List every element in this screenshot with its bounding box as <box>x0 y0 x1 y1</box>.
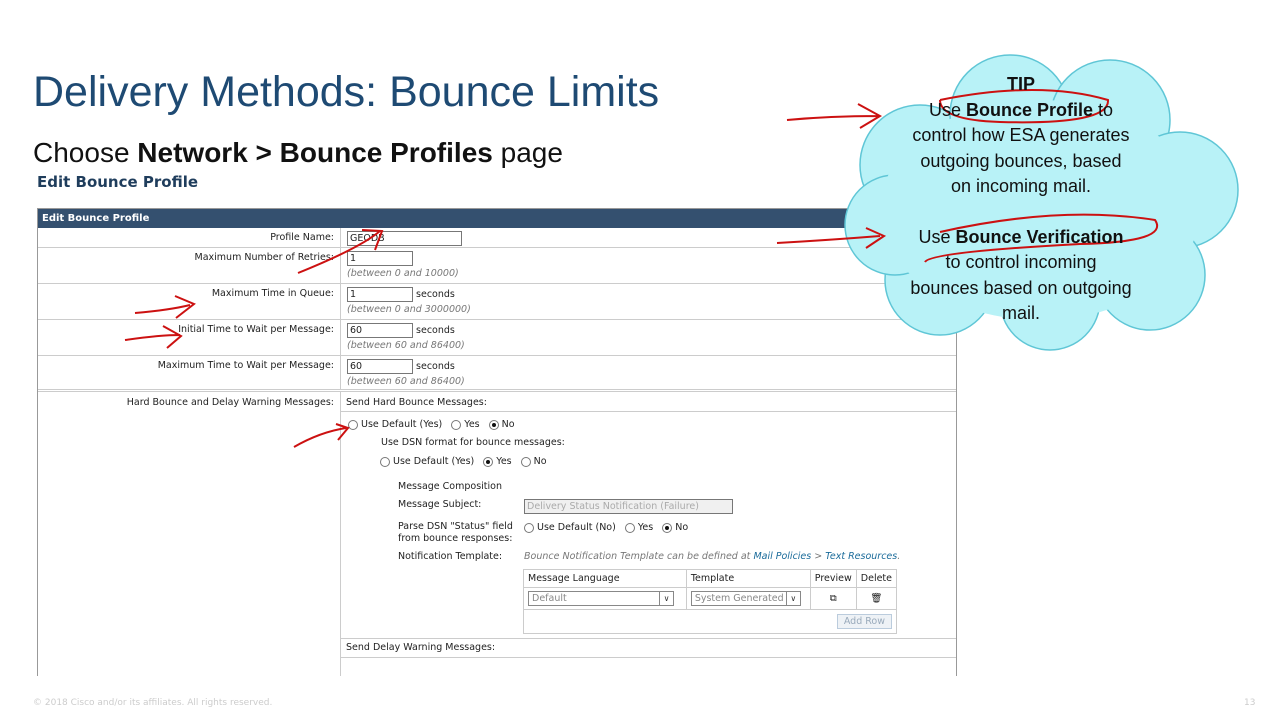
tip-heading: TIP <box>1006 74 1035 94</box>
page-number: 13 <box>1244 698 1256 708</box>
copyright-footer: © 2018 Cisco and/or its affiliates. All … <box>33 698 273 708</box>
tip-cloud: TIP Use Bounce Profile to control how ES… <box>880 72 1162 327</box>
